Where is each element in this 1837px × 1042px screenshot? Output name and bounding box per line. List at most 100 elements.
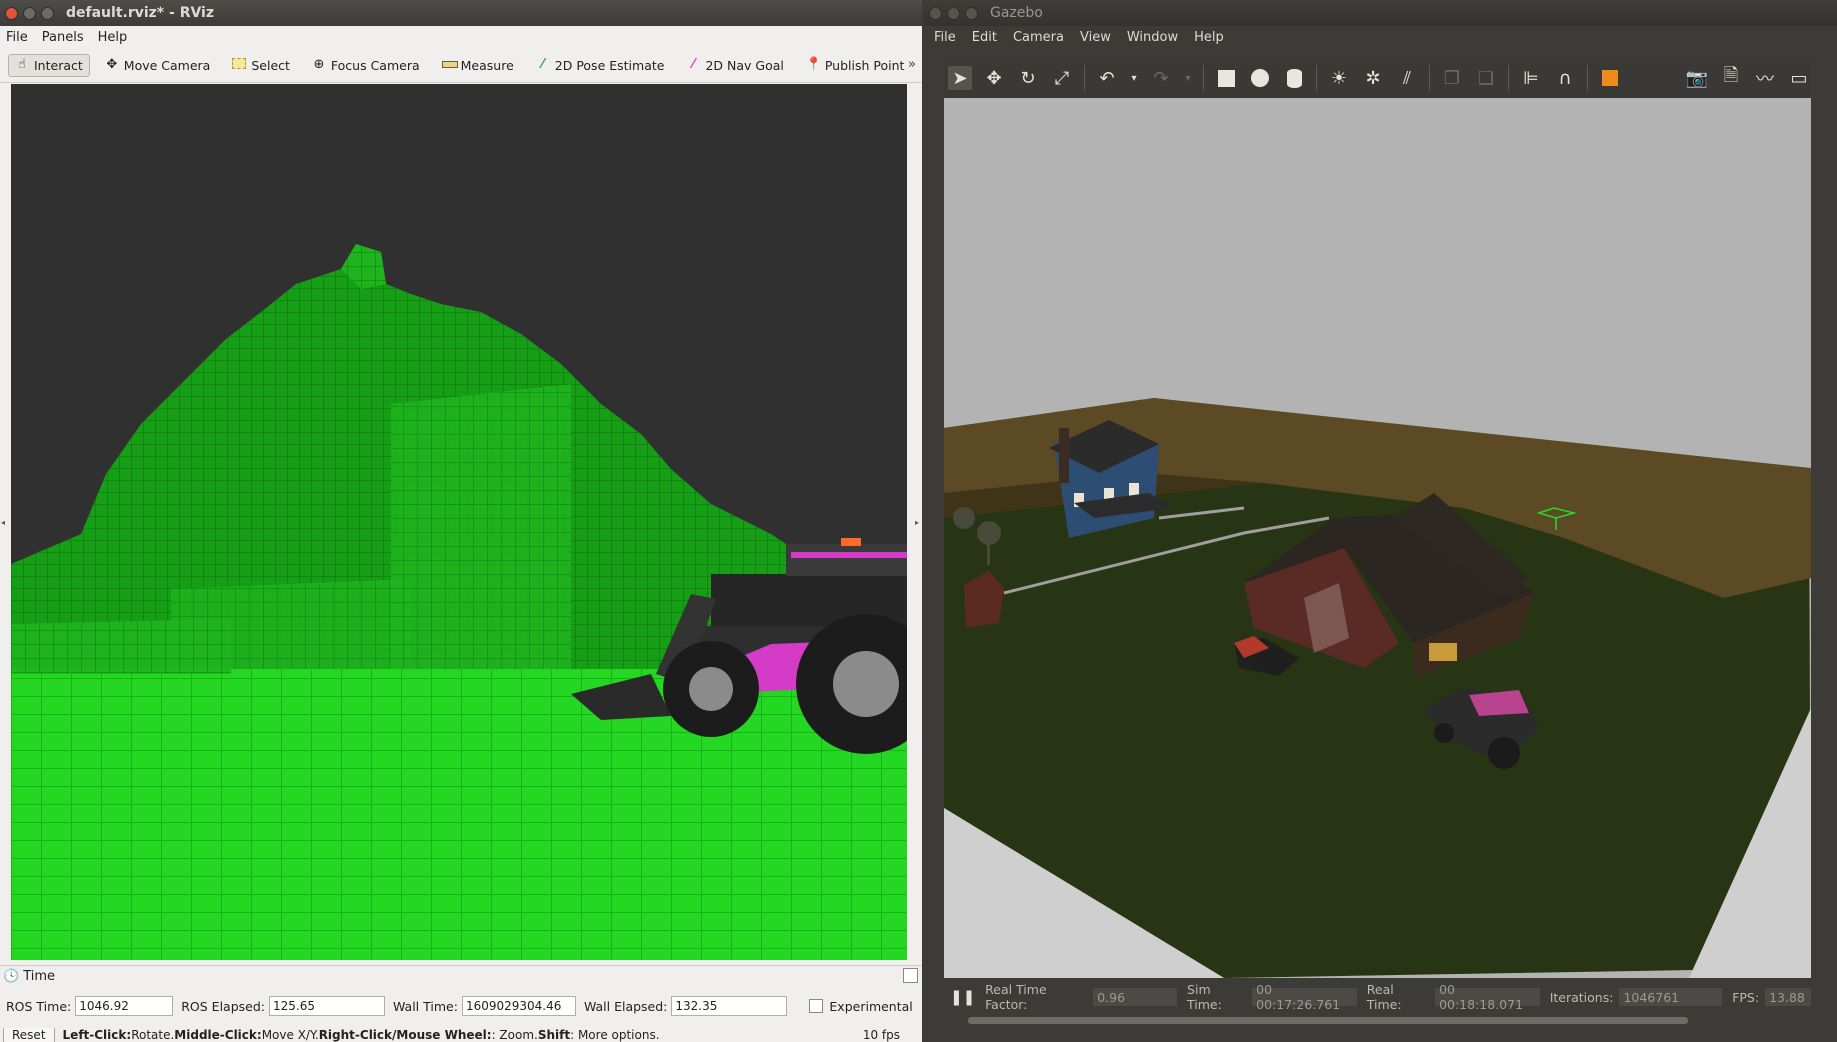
move-camera-tool-button[interactable]: ✥ Move Camera: [98, 54, 218, 77]
copy-icon[interactable]: ❐: [1440, 66, 1464, 90]
minimize-icon[interactable]: [947, 6, 960, 20]
log-icon[interactable]: 🗎: [1719, 65, 1743, 90]
right-dock-handle-icon[interactable]: ▸: [915, 518, 921, 528]
fps-label: FPS:: [1732, 989, 1760, 1005]
rviz-status-bar: Reset Left-Click: Rotate. Middle-Click: …: [0, 1028, 922, 1042]
rtf-value: 0.96: [1093, 988, 1178, 1006]
select-tool-button[interactable]: Select: [225, 54, 297, 77]
rviz-3d-viewport[interactable]: [11, 84, 907, 960]
menu-file[interactable]: File: [934, 30, 956, 45]
wall-elapsed-field[interactable]: 132.35: [671, 996, 788, 1016]
gazebo-window: Gazebo File Edit Camera View Window Help…: [924, 0, 1837, 1042]
maximize-icon[interactable]: [965, 6, 978, 20]
rviz-toolbar: ☝ Interact ✥ Move Camera Select ⊕ Focus …: [0, 48, 922, 83]
tool-label: Publish Point: [824, 57, 905, 73]
point-light-icon[interactable]: ☀: [1327, 66, 1351, 90]
help-shift-action: : More options.: [570, 1028, 660, 1042]
nav-goal-tool-button[interactable]: ⁄ 2D Nav Goal: [679, 54, 790, 77]
sim-time-value: 00 00:17:26.761: [1252, 982, 1357, 1012]
clock-icon: 🕓: [3, 968, 20, 984]
menu-window[interactable]: Window: [1127, 30, 1178, 45]
menu-view[interactable]: View: [1080, 30, 1111, 45]
timeline-scrollbar[interactable]: [968, 1017, 1688, 1024]
undo-icon[interactable]: ↶: [1095, 66, 1119, 90]
minimize-icon[interactable]: [23, 6, 36, 20]
close-icon[interactable]: [929, 6, 942, 20]
rviz-menubar: File Panels Help: [0, 26, 922, 48]
tool-label: 2D Pose Estimate: [554, 57, 665, 73]
gazebo-titlebar: Gazebo: [924, 0, 1837, 26]
fps-readout: 10 fps: [862, 1028, 900, 1042]
real-time-value: 00 00:18:18.071: [1435, 982, 1540, 1012]
publish-point-tool-button[interactable]: 📍 Publish Point: [799, 54, 912, 77]
tool-label: Measure: [460, 57, 514, 73]
ros-elapsed-field[interactable]: 125.65: [268, 996, 385, 1016]
real-time-label: Real Time:: [1366, 982, 1402, 1012]
pause-icon[interactable]: ❚❚: [950, 988, 975, 1006]
paste-icon[interactable]: ❏: [1474, 66, 1498, 90]
tool-label: Move Camera: [123, 57, 211, 73]
checkbox-box[interactable]: [809, 999, 824, 1013]
menu-panels[interactable]: Panels: [42, 30, 84, 45]
redo-dropdown-icon[interactable]: ▾: [1183, 66, 1193, 90]
redo-icon[interactable]: ↷: [1149, 66, 1173, 90]
help-left-action: Rotate.: [131, 1028, 175, 1042]
box-shape-icon[interactable]: [1214, 66, 1238, 90]
farm-scene: [944, 98, 1811, 978]
ruler-icon: [441, 58, 458, 72]
directional-light-icon[interactable]: ⫽: [1395, 66, 1419, 90]
align-icon[interactable]: ⊫: [1519, 66, 1543, 90]
sphere-shape-icon[interactable]: [1248, 66, 1272, 90]
ros-time-field[interactable]: 1046.92: [75, 996, 174, 1016]
tree-model: [953, 507, 975, 529]
reset-button[interactable]: Reset: [3, 1028, 55, 1042]
fps-value: 13.88: [1765, 988, 1811, 1006]
experimental-label: Experimental: [829, 998, 913, 1014]
pink-arrow-icon: ⁄: [692, 57, 695, 72]
ros-elapsed-label: ROS Elapsed:: [181, 998, 265, 1014]
toolbar-overflow-icon[interactable]: »: [908, 57, 916, 72]
gazebo-status-bar: ❚❚ Real Time Factor: 0.96 Sim Time: 00 0…: [944, 982, 1811, 1012]
menu-help[interactable]: Help: [1194, 30, 1224, 45]
undo-dropdown-icon[interactable]: ▾: [1129, 66, 1139, 90]
measure-tool-button[interactable]: Measure: [435, 54, 521, 77]
record-video-icon[interactable]: ▭: [1787, 66, 1811, 90]
spot-light-icon[interactable]: ✲: [1361, 66, 1385, 90]
close-icon[interactable]: [5, 6, 18, 20]
rviz-window: default.rviz* - RViz File Panels Help ☝ …: [0, 0, 922, 1042]
help-shift-key: Shift: [537, 1028, 571, 1042]
scale-mode-icon[interactable]: ⤢: [1050, 66, 1074, 90]
panel-float-icon[interactable]: [903, 968, 918, 983]
focus-camera-tool-button[interactable]: ⊕ Focus Camera: [305, 54, 427, 77]
window-title: Gazebo: [990, 5, 1043, 21]
move-camera-icon: ✥: [106, 57, 118, 72]
sim-time-label: Sim Time:: [1187, 982, 1222, 1012]
cylinder-shape-icon[interactable]: [1282, 66, 1306, 90]
menu-edit[interactable]: Edit: [972, 30, 997, 45]
translate-mode-icon[interactable]: ✥: [982, 66, 1006, 90]
rtf-label: Real Time Factor:: [985, 982, 1047, 1012]
plot-icon[interactable]: 〰: [1753, 66, 1777, 90]
focus-camera-icon: ⊕: [313, 57, 325, 72]
experimental-checkbox[interactable]: Experimental: [809, 998, 913, 1014]
change-view-icon[interactable]: [1598, 66, 1622, 90]
help-middle-key: Middle-Click:: [174, 1028, 262, 1042]
green-arrow-icon: ⁄: [541, 57, 544, 72]
tool-label: 2D Nav Goal: [705, 57, 784, 73]
pose-estimate-tool-button[interactable]: ⁄ 2D Pose Estimate: [529, 54, 672, 77]
rotate-mode-icon[interactable]: ↻: [1016, 66, 1040, 90]
maximize-icon[interactable]: [41, 6, 54, 20]
gazebo-3d-viewport[interactable]: [944, 98, 1811, 978]
map-pin-icon: 📍: [805, 57, 823, 72]
menu-file[interactable]: File: [6, 30, 28, 45]
menu-camera[interactable]: Camera: [1013, 30, 1064, 45]
screenshot-camera-icon[interactable]: 📷: [1685, 66, 1709, 90]
left-dock-handle-icon[interactable]: ◂: [1, 518, 7, 528]
wall-time-field[interactable]: 1609029304.46: [461, 996, 576, 1016]
help-right-action: : Zoom.: [491, 1028, 538, 1042]
ros-time-label: ROS Time:: [6, 998, 72, 1014]
interact-tool-button[interactable]: ☝ Interact: [8, 53, 90, 77]
select-mode-icon[interactable]: ➤: [948, 66, 972, 90]
menu-help[interactable]: Help: [98, 30, 128, 45]
snap-magnet-icon[interactable]: ∩: [1553, 66, 1577, 90]
